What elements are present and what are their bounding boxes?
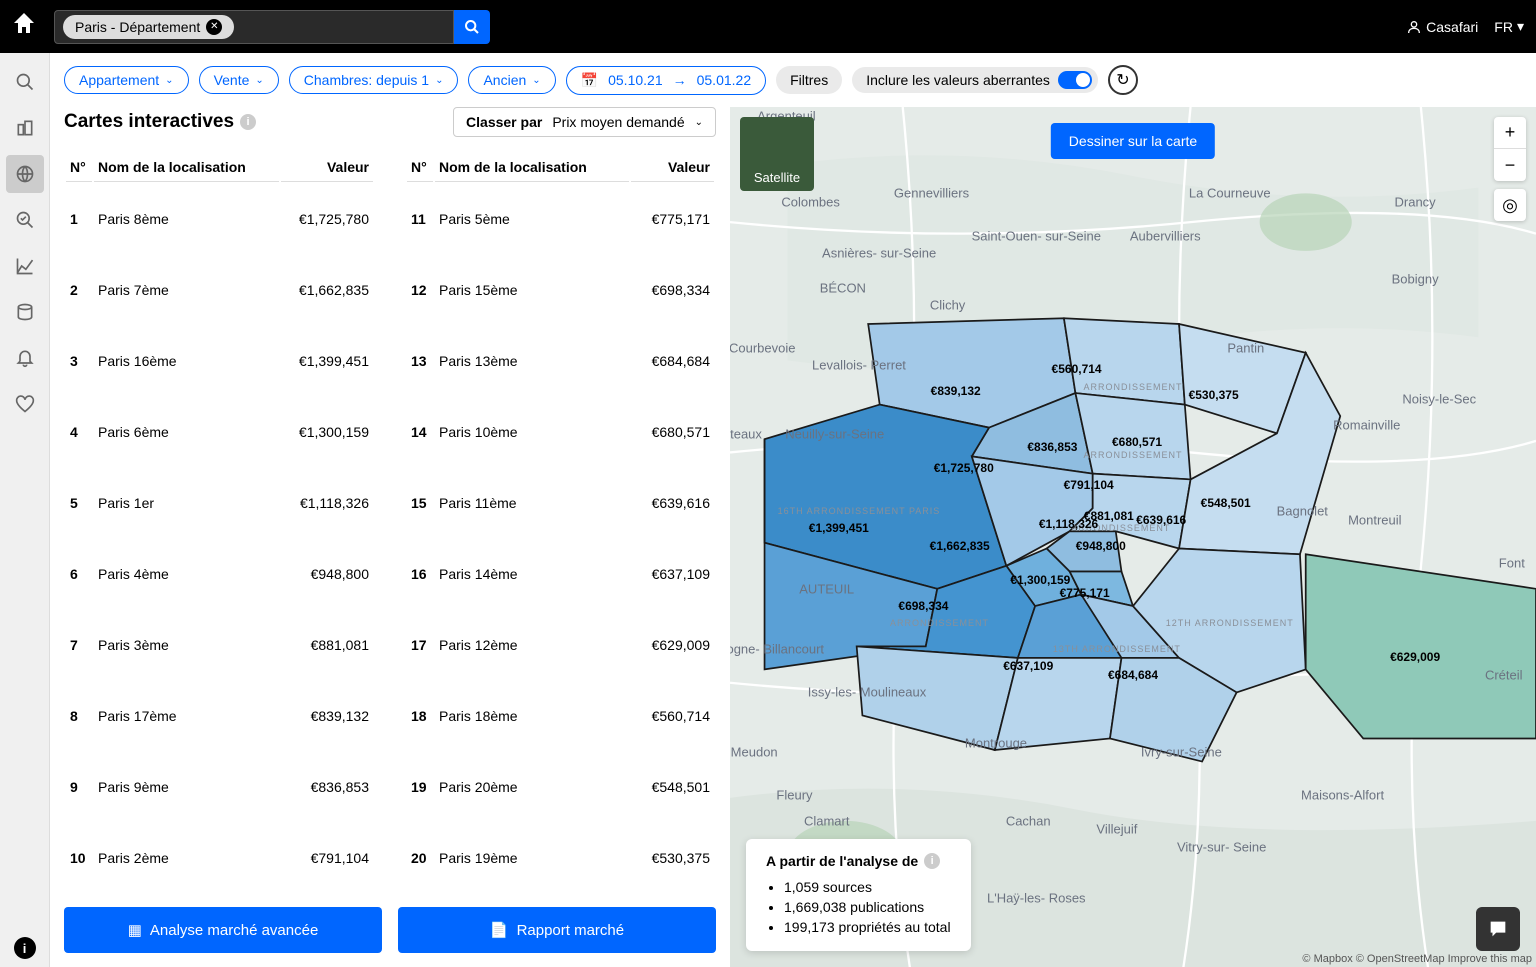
table-row[interactable]: 19Paris 20ème€548,501 [407, 753, 714, 822]
advanced-analysis-button[interactable]: ▦ Analyse marché avancée [64, 907, 382, 953]
close-icon[interactable]: ✕ [206, 19, 222, 35]
map-attribution[interactable]: © Mapbox © OpenStreetMap Improve this ma… [1302, 953, 1532, 965]
filter-deal[interactable]: Vente⌄ [199, 66, 279, 94]
analysis-item: 199,173 propriétés au total [784, 917, 951, 937]
draw-on-map-button[interactable]: Dessiner sur la carte [1051, 123, 1215, 159]
table-row[interactable]: 1Paris 8ème€1,725,780 [66, 184, 373, 253]
table-row[interactable]: 6Paris 4ème€948,800 [66, 539, 373, 608]
district-18[interactable] [1064, 318, 1185, 404]
chevron-down-icon: ⌄ [532, 75, 540, 86]
xls-icon: ▦ [128, 921, 142, 939]
table-row[interactable]: 9Paris 9ème€836,853 [66, 753, 373, 822]
doc-icon: 📄 [490, 921, 509, 939]
table-row[interactable]: 3Paris 16ème€1,399,451 [66, 326, 373, 395]
map[interactable]: Satellite Dessiner sur la carte + − ◎ €8… [730, 107, 1536, 967]
arrow-right-icon: → [673, 72, 687, 88]
sidebar-database-icon[interactable] [6, 293, 44, 331]
calendar-icon: 📅 [581, 72, 598, 89]
table-row[interactable]: 11Paris 5ème€775,171 [407, 184, 714, 253]
table-row[interactable]: 2Paris 7ème€1,662,835 [66, 255, 373, 324]
district-10[interactable] [1075, 393, 1190, 479]
chevron-down-icon: ⌄ [255, 75, 263, 86]
user-label: Casafari [1426, 19, 1478, 35]
outliers-toggle[interactable] [1058, 71, 1092, 89]
sidebar: i [0, 53, 50, 967]
district-14[interactable] [995, 658, 1122, 750]
chat-button[interactable] [1476, 907, 1520, 951]
info-badge-icon[interactable]: i [14, 937, 36, 959]
sidebar-buildings-icon[interactable] [6, 109, 44, 147]
analysis-item: 1,669,038 publications [784, 897, 951, 917]
filters-row: Appartement⌄ Vente⌄ Chambres: depuis 1⌄ … [50, 53, 1536, 107]
filter-date[interactable]: 📅 05.10.21 → 05.01.22 [566, 66, 766, 95]
table-row[interactable]: 15Paris 11ème€639,616 [407, 468, 714, 537]
table-row[interactable]: 16Paris 14ème€637,109 [407, 539, 714, 608]
sidebar-search-icon[interactable] [6, 63, 44, 101]
district-bois[interactable] [1306, 554, 1536, 738]
sidebar-analytics-icon[interactable] [6, 201, 44, 239]
search-input[interactable]: Paris - Département ✕ [54, 10, 454, 44]
user-link[interactable]: Casafari [1406, 19, 1478, 35]
sidebar-globe-icon[interactable] [6, 155, 44, 193]
table-row[interactable]: 14Paris 10ème€680,571 [407, 397, 714, 466]
table-row[interactable]: 8Paris 17ème€839,132 [66, 682, 373, 751]
panel-title: Cartes interactives i [64, 111, 256, 133]
sort-select[interactable]: Classer par Prix moyen demandé ⌄ [453, 107, 716, 137]
market-report-button[interactable]: 📄 Rapport marché [398, 907, 716, 953]
filters-button[interactable]: Filtres [776, 66, 842, 94]
zoom-out-button[interactable]: − [1494, 149, 1526, 181]
filter-type[interactable]: Appartement⌄ [64, 66, 189, 94]
outliers-toggle-wrap: Inclure les valeurs aberrantes [852, 67, 1098, 93]
table-row[interactable]: 7Paris 3ème€881,081 [66, 611, 373, 680]
info-icon[interactable]: i [924, 853, 940, 869]
analysis-item: 1,059 sources [784, 877, 951, 897]
header: Paris - Département ✕ Casafari FR ▾ [0, 0, 1536, 53]
chevron-down-icon: ⌄ [165, 75, 173, 86]
language-label: FR [1494, 19, 1513, 35]
table-row[interactable]: 17Paris 12ème€629,009 [407, 611, 714, 680]
language-select[interactable]: FR ▾ [1494, 18, 1524, 35]
filter-age[interactable]: Ancien⌄ [468, 66, 555, 94]
filter-rooms[interactable]: Chambres: depuis 1⌄ [289, 66, 459, 94]
sidebar-heart-icon[interactable] [6, 385, 44, 423]
geolocate-button[interactable]: ◎ [1494, 189, 1526, 221]
info-icon[interactable]: i [240, 114, 256, 130]
table-row[interactable]: 4Paris 6ème€1,300,159 [66, 397, 373, 466]
search-chip[interactable]: Paris - Département ✕ [63, 15, 234, 39]
chevron-down-icon: ⌄ [695, 117, 703, 128]
table-row[interactable]: 5Paris 1er€1,118,326 [66, 468, 373, 537]
search-chip-label: Paris - Département [75, 19, 200, 35]
table-row[interactable]: 13Paris 13ème€684,684 [407, 326, 714, 395]
satellite-button[interactable]: Satellite [740, 117, 814, 191]
table-row[interactable]: 18Paris 18ème€560,714 [407, 682, 714, 751]
ranking-table-left: N° Nom de la localisation Valeur 1Paris … [64, 151, 375, 895]
logo[interactable] [12, 11, 36, 42]
table-row[interactable]: 10Paris 2ème€791,104 [66, 824, 373, 893]
chevron-down-icon: ⌄ [435, 75, 443, 86]
ranking-table-right: N° Nom de la localisation Valeur 11Paris… [405, 151, 716, 895]
chevron-down-icon: ▾ [1517, 18, 1524, 35]
sidebar-bell-icon[interactable] [6, 339, 44, 377]
search-button[interactable] [454, 10, 490, 44]
table-row[interactable]: 12Paris 15ème€698,334 [407, 255, 714, 324]
sidebar-chart-icon[interactable] [6, 247, 44, 285]
refresh-button[interactable]: ↻ [1108, 65, 1138, 95]
table-row[interactable]: 20Paris 19ème€530,375 [407, 824, 714, 893]
district-15[interactable] [857, 646, 1018, 750]
left-panel: Cartes interactives i Classer par Prix m… [50, 107, 730, 967]
analysis-summary: A partir de l'analyse dei 1,059 sources1… [746, 839, 971, 951]
zoom-in-button[interactable]: + [1494, 117, 1526, 149]
